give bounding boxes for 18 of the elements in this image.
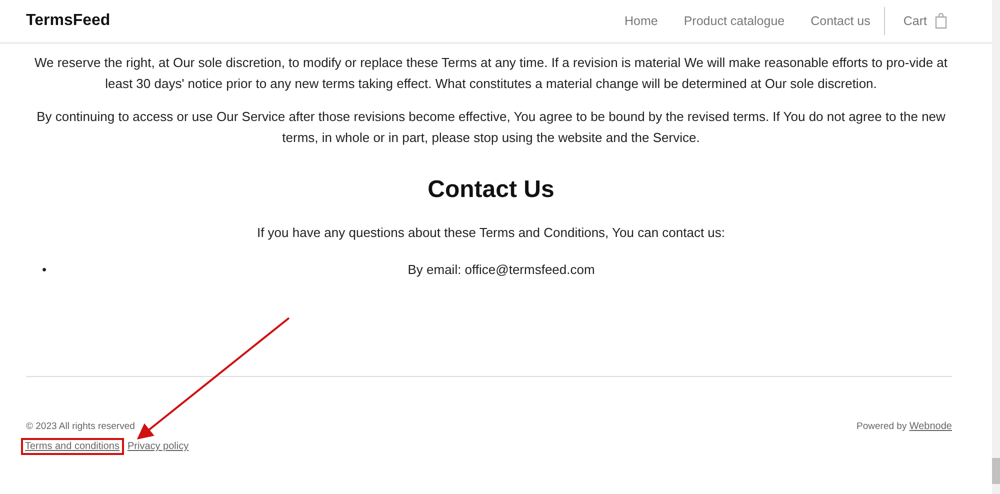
paragraph: By continuing to access or use Our Service after those revisions become effective, You agree to be bound by the revised terms. If You do not agree to the new terms, in whole or in part, please stop using the website and the Service.: [36, 108, 946, 147]
nav-link[interactable]: Product catalogue: [684, 14, 785, 28]
footer-link[interactable]: Webnode: [909, 421, 952, 432]
paragraph: We reserve the right, at Our sole discretion, to modify or replace these Terms at any time. If a revision is material We will make reasonable efforts to pro-vide at least 30 days' notice prior to any new terms taking effect. What constitutes a material change will be determined at Our sole discretion.: [33, 54, 949, 93]
shopping-bag-icon[interactable]: [935, 13, 947, 29]
nav-link[interactable]: Home: [624, 14, 658, 28]
footer-link[interactable]: Privacy policy: [128, 438, 189, 455]
footer-link[interactable]: Terms and conditions: [21, 438, 124, 455]
copyright-text: © 2023 All rights reserved: [26, 421, 136, 432]
nav-link[interactable]: Contact us: [810, 14, 870, 28]
site-logo[interactable]: TermsFeed: [26, 12, 598, 30]
paragraph: If you have any questions about these Terms and Conditions, You can contact us:: [256, 224, 726, 242]
cart-link[interactable]: Cart: [903, 14, 927, 28]
section-heading: Contact Us: [428, 176, 554, 204]
scrollbar[interactable]: [992, 0, 1000, 494]
bullet-marker: •: [42, 261, 47, 279]
powered-by-text: Powered by Webnode: [856, 421, 952, 432]
list-item: By email: office@termsfeed.com: [406, 261, 596, 279]
